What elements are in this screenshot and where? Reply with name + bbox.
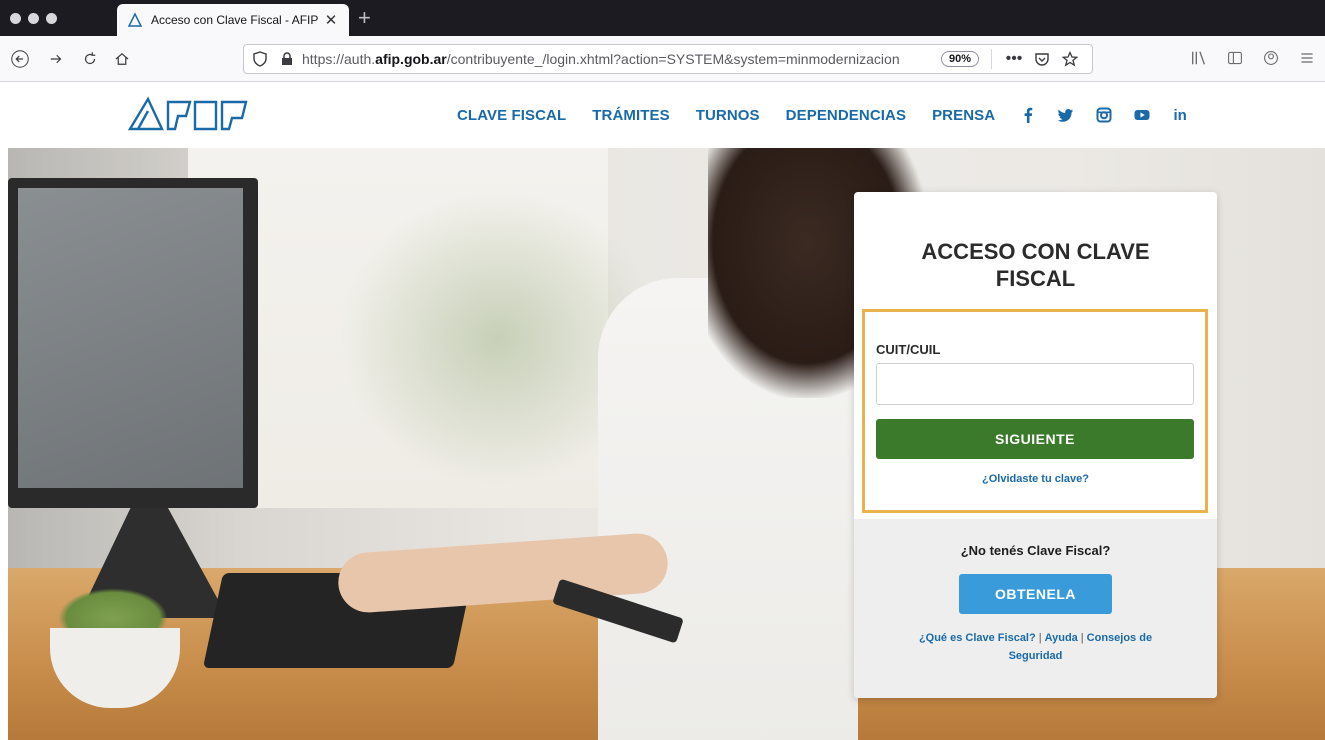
login-card: ACCESO CON CLAVE FISCAL CUIT/CUIL SIGUIE… — [854, 192, 1217, 698]
close-window-dot[interactable] — [10, 13, 21, 24]
library-icon[interactable] — [1189, 48, 1209, 68]
obtenela-button[interactable]: OBTENELA — [959, 574, 1112, 614]
facebook-icon[interactable] — [1019, 106, 1037, 124]
forgot-password-link[interactable]: ¿Olvidaste tu clave? — [854, 473, 1217, 485]
youtube-icon[interactable] — [1133, 106, 1151, 124]
linkedin-icon[interactable]: in — [1171, 106, 1189, 124]
url-prefix: https://auth. — [302, 51, 376, 67]
afip-logo[interactable] — [128, 96, 268, 132]
login-title: ACCESO CON CLAVE FISCAL — [921, 239, 1150, 291]
siguiente-button[interactable]: SIGUIENTE — [876, 419, 1194, 459]
forward-arrow-icon — [50, 54, 62, 64]
nav-clave-fiscal[interactable]: CLAVE FISCAL — [457, 107, 566, 124]
url-domain: afip.gob.ar — [375, 51, 447, 67]
que-es-clave-fiscal-link[interactable]: ¿Qué es Clave Fiscal? — [919, 632, 1036, 644]
nav-dependencias[interactable]: DEPENDENCIAS — [786, 107, 906, 124]
home-button[interactable] — [110, 47, 134, 71]
link-separator: | — [1038, 632, 1042, 644]
account-icon[interactable] — [1261, 48, 1281, 68]
menu-hamburger-icon[interactable] — [1297, 48, 1317, 68]
site-header: CLAVE FISCAL TRÁMITES TURNOS DEPENDENCIA… — [0, 82, 1325, 148]
browser-tab-bar: Acceso con Clave Fiscal - AFIP ✕ + — [0, 0, 1325, 36]
nav-tramites[interactable]: TRÁMITES — [592, 107, 669, 124]
lock-icon[interactable] — [280, 52, 294, 66]
help-links: ¿Qué es Clave Fiscal? | Ayuda | Consejos de … — [894, 629, 1177, 665]
cuit-label: CUIT/CUIL — [876, 342, 941, 357]
bookmark-star-icon[interactable] — [1061, 50, 1079, 68]
url-divider — [991, 49, 992, 69]
zoom-badge[interactable]: 90% — [940, 51, 979, 67]
page-actions-icon[interactable]: ••• — [1005, 50, 1023, 68]
url-path: /contribuyente_/login.xhtml?action=SYSTE… — [446, 51, 900, 67]
cuit-input[interactable] — [876, 363, 1194, 405]
main-navigation: CLAVE FISCAL TRÁMITES TURNOS DEPENDENCIA… — [457, 106, 1209, 124]
twitter-icon[interactable] — [1057, 106, 1075, 124]
reload-button[interactable] — [78, 47, 102, 71]
reload-icon — [84, 52, 96, 65]
url-text[interactable]: https://auth.afip.gob.ar/contribuyente_/… — [302, 51, 933, 67]
instagram-icon[interactable] — [1095, 106, 1113, 124]
minimize-window-dot[interactable] — [28, 13, 39, 24]
hero-computer-monitor — [8, 178, 258, 508]
window-controls — [10, 13, 57, 24]
sidebar-icon[interactable] — [1225, 48, 1245, 68]
tab-title: Acceso con Clave Fiscal - AFIP — [151, 13, 319, 27]
browser-toolbar: https://auth.afip.gob.ar/contribuyente_/… — [0, 36, 1325, 82]
browser-tab[interactable]: Acceso con Clave Fiscal - AFIP ✕ — [117, 4, 349, 36]
ayuda-link[interactable]: Ayuda — [1045, 632, 1078, 644]
social-links: in — [1019, 106, 1209, 124]
tab-close-icon[interactable]: ✕ — [323, 11, 339, 29]
home-icon — [115, 52, 129, 65]
toolbar-right-icons — [1189, 48, 1325, 68]
back-button[interactable] — [8, 47, 32, 71]
tracking-shield-icon[interactable] — [252, 51, 268, 67]
url-bar[interactable]: https://auth.afip.gob.ar/contribuyente_/… — [243, 44, 1093, 74]
signup-section: ¿No tenés Clave Fiscal? OBTENELA ¿Qué es… — [854, 519, 1217, 698]
back-arrow-icon — [11, 50, 29, 68]
pocket-icon[interactable] — [1033, 50, 1051, 68]
new-tab-button[interactable]: + — [358, 4, 371, 32]
maximize-window-dot[interactable] — [46, 13, 57, 24]
link-separator: | — [1080, 632, 1084, 644]
no-clave-text: ¿No tenés Clave Fiscal? — [960, 543, 1111, 558]
nav-turnos[interactable]: TURNOS — [696, 107, 760, 124]
nav-prensa[interactable]: PRENSA — [932, 107, 995, 124]
afip-favicon-icon — [127, 12, 143, 27]
forward-button[interactable] — [44, 47, 68, 71]
